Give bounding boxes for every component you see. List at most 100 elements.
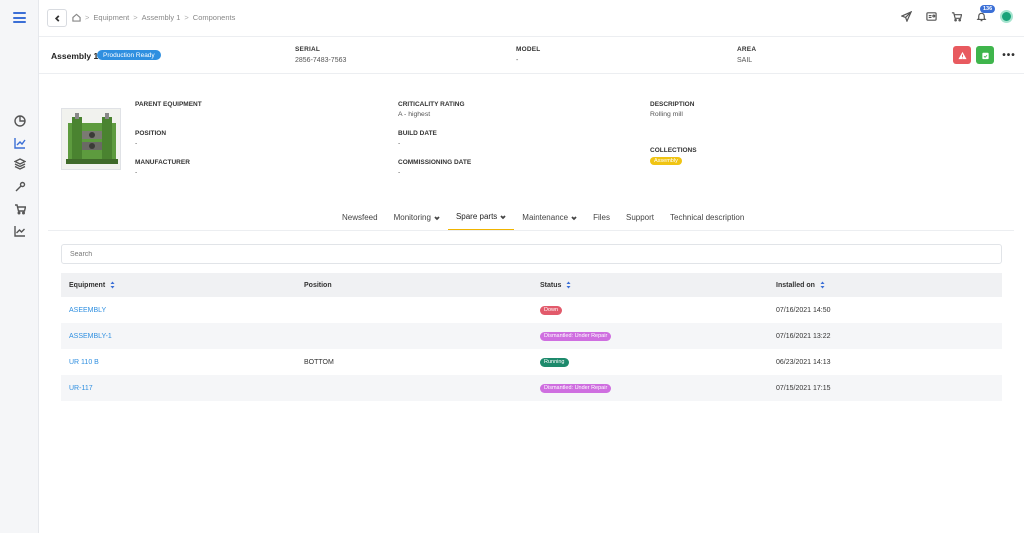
tab-monitoring[interactable]: Monitoring <box>386 209 448 231</box>
serial-label: SERIAL <box>295 46 321 53</box>
equipment-link[interactable]: ASSEMBLY-1 <box>69 333 112 340</box>
equipment-icon[interactable] <box>13 136 26 149</box>
description-field: DESCRIPTION Rolling mill <box>650 101 694 118</box>
tab-support[interactable]: Support <box>618 209 662 231</box>
serial-value: 2856-7483-7563 <box>295 57 347 64</box>
tab-label: Support <box>626 213 655 222</box>
equipment-link[interactable]: UR-117 <box>69 385 93 392</box>
commissioning-date-value: - <box>398 169 401 176</box>
more-options-button[interactable]: ••• <box>1000 46 1018 64</box>
tab-spare-parts[interactable]: Spare parts <box>447 209 515 231</box>
installed-cell: 07/16/2021 14:50 <box>776 306 831 314</box>
breadcrumb-separator: > <box>85 13 90 22</box>
tab-label: Newsfeed <box>342 213 378 222</box>
status-badge: Down <box>540 305 563 315</box>
description-label: DESCRIPTION <box>650 101 695 108</box>
serial-field: SERIAL 2856-7483-7563 <box>295 46 346 64</box>
table-row[interactable]: UR-117 Dismantled: Under Repair 07/15/20… <box>61 375 1002 401</box>
equipment-link[interactable]: ASEEMBLY <box>69 307 106 314</box>
breadcrumb-separator: > <box>133 13 138 22</box>
wrench-icon[interactable] <box>13 180 26 193</box>
spare-parts-table: Equipment Position Status Installed on A… <box>61 273 1002 401</box>
column-label: Equipment <box>69 281 106 289</box>
collections-field: COLLECTIONS Assembly <box>650 147 697 165</box>
tab-files[interactable]: Files <box>585 209 618 231</box>
model-field: MODEL - <box>516 46 540 64</box>
top-actions: 136 <box>900 4 1013 23</box>
column-installed-on[interactable]: Installed on <box>768 281 1002 289</box>
criticality-field: CRITICALITY RATING A - highest <box>398 101 465 118</box>
column-status[interactable]: Status <box>532 281 768 289</box>
criticality-label: CRITICALITY RATING <box>398 101 465 108</box>
breadcrumb-assembly[interactable]: Assembly 1 <box>142 13 181 22</box>
send-icon[interactable] <box>900 11 912 23</box>
status-badge: Dismantled: Under Repair <box>540 383 612 393</box>
page-title: Assembly 1 <box>51 51 99 61</box>
rolling-mill-image <box>62 109 120 169</box>
build-date-value: - <box>398 140 401 147</box>
equipment-header: Assembly 1 Production Ready SERIAL 2856-… <box>39 38 1024 74</box>
tab-label: Technical description <box>670 213 745 222</box>
search-input[interactable] <box>61 244 1002 264</box>
build-date-field: BUILD DATE - <box>398 130 437 147</box>
manufacturer-field: MANUFACTURER - <box>135 159 190 176</box>
sort-icon[interactable] <box>110 281 115 289</box>
dashboard-icon[interactable] <box>13 114 26 127</box>
area-value: SAIL <box>737 57 753 64</box>
chevron-down-icon <box>571 215 577 220</box>
back-button[interactable] <box>47 9 67 27</box>
breadcrumb-equipment[interactable]: Equipment <box>93 13 129 22</box>
tab-label: Monitoring <box>393 213 431 222</box>
table-row[interactable]: ASSEMBLY-1 Dismantled: Under Repair 07/1… <box>61 323 1002 349</box>
cart-icon[interactable] <box>13 202 26 215</box>
installed-cell: 06/23/2021 14:13 <box>776 358 831 366</box>
column-label: Installed on <box>776 281 815 289</box>
schedule-button[interactable] <box>976 46 994 64</box>
equipment-link[interactable]: UR 110 B <box>69 359 99 366</box>
avatar[interactable] <box>1000 10 1013 23</box>
home-icon[interactable] <box>72 13 81 22</box>
sort-icon[interactable] <box>820 281 825 289</box>
column-equipment[interactable]: Equipment <box>61 281 296 289</box>
position-field: POSITION - <box>135 130 166 147</box>
tab-technical-description[interactable]: Technical description <box>662 209 752 231</box>
commissioning-date-label: COMMISSIONING DATE <box>398 159 472 166</box>
position-cell: BOTTOM <box>304 358 334 366</box>
status-badge: Running <box>540 357 569 367</box>
area-label: AREA <box>737 46 757 53</box>
left-sidebar <box>0 0 39 533</box>
bell-icon[interactable]: 136 <box>975 4 996 23</box>
table-row[interactable]: UR 110 B BOTTOM Running 06/23/2021 14:13 <box>61 349 1002 375</box>
position-value: - <box>135 140 138 147</box>
tab-label: Spare parts <box>455 212 498 221</box>
manufacturer-label: MANUFACTURER <box>135 159 190 166</box>
chevron-down-icon <box>434 215 440 220</box>
tab-newsfeed[interactable]: Newsfeed <box>334 209 386 231</box>
commissioning-date-field: COMMISSIONING DATE - <box>398 159 471 176</box>
column-position: Position <box>296 282 532 289</box>
menu-icon[interactable] <box>13 12 26 23</box>
warning-icon <box>957 51 967 59</box>
chevron-down-icon <box>500 214 506 219</box>
tab-label: Files <box>593 213 610 222</box>
chevron-left-icon <box>54 14 59 22</box>
installed-cell: 07/15/2021 17:15 <box>776 384 831 392</box>
table-row[interactable]: ASEEMBLY Down 07/16/2021 14:50 <box>61 297 1002 323</box>
manufacturer-value: - <box>135 169 138 176</box>
collection-tag[interactable]: Assembly <box>650 157 682 165</box>
breadcrumb-separator: > <box>184 13 189 22</box>
position-label: POSITION <box>135 130 167 137</box>
cart-icon[interactable] <box>950 11 962 23</box>
status-badge: Production Ready <box>97 50 161 60</box>
id-card-icon[interactable] <box>925 11 937 23</box>
status-badge: Dismantled: Under Repair <box>540 331 612 341</box>
analytics-icon[interactable] <box>13 224 26 237</box>
tab-label: Maintenance <box>522 213 569 222</box>
column-label: Position <box>304 281 332 289</box>
tab-maintenance[interactable]: Maintenance <box>514 209 585 231</box>
sort-icon[interactable] <box>566 281 571 289</box>
alert-button[interactable] <box>953 46 971 64</box>
layers-icon[interactable] <box>13 157 26 170</box>
top-bar: > Equipment > Assembly 1 > Components 13… <box>39 0 1024 37</box>
tab-divider <box>48 230 1014 231</box>
